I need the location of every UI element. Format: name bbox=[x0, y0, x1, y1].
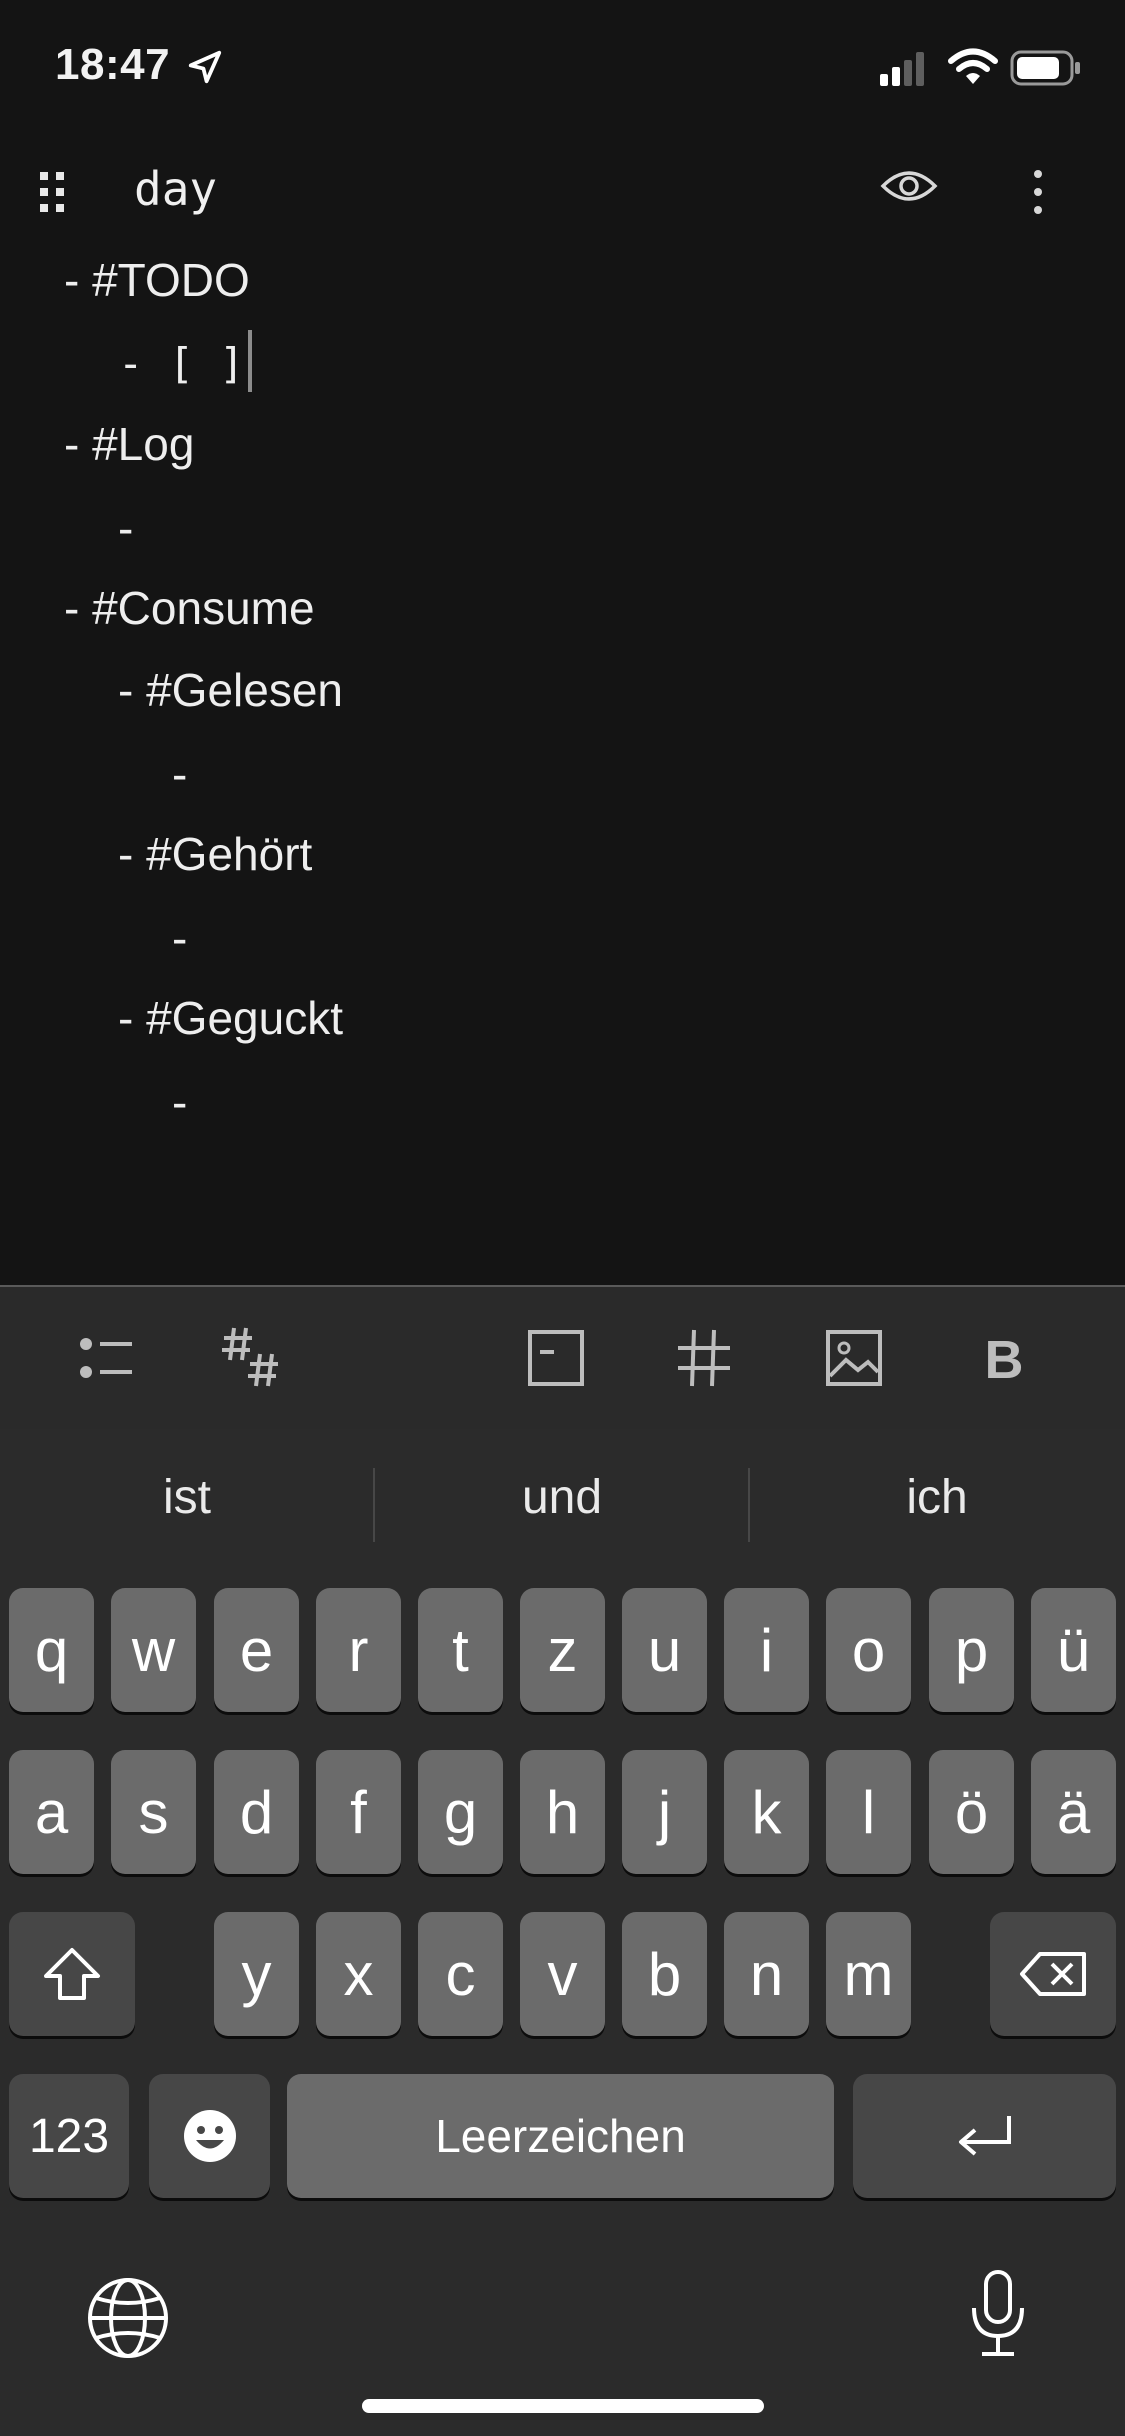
editor-line[interactable]: - #Consume bbox=[64, 580, 315, 636]
key[interactable]: n bbox=[724, 1912, 809, 2036]
return-key[interactable] bbox=[853, 2074, 1116, 2198]
key[interactable]: f bbox=[316, 1750, 401, 1874]
battery-icon bbox=[1010, 50, 1080, 86]
globe-icon[interactable] bbox=[86, 2276, 170, 2360]
shift-key[interactable] bbox=[9, 1912, 135, 2036]
microphone-icon[interactable] bbox=[966, 2268, 1030, 2360]
key[interactable]: z bbox=[520, 1588, 605, 1712]
key[interactable]: ü bbox=[1031, 1588, 1116, 1712]
key[interactable]: m bbox=[826, 1912, 911, 2036]
editor-line[interactable]: - bbox=[172, 910, 187, 966]
document-title[interactable]: day bbox=[134, 162, 217, 216]
editor-line[interactable]: - [ ] bbox=[118, 336, 244, 392]
suggestion-3[interactable]: ich bbox=[750, 1470, 1124, 1525]
key[interactable]: i bbox=[724, 1588, 809, 1712]
bullet-list-icon[interactable] bbox=[68, 1320, 144, 1396]
editor-line[interactable]: - #Log bbox=[64, 416, 194, 472]
more-options-icon[interactable] bbox=[1030, 168, 1046, 216]
emoji-icon bbox=[183, 2110, 236, 2162]
key[interactable]: a bbox=[9, 1750, 94, 1874]
key[interactable]: u bbox=[622, 1588, 707, 1712]
bold-button[interactable]: B bbox=[966, 1322, 1042, 1398]
key[interactable]: g bbox=[418, 1750, 503, 1874]
heading-block-icon[interactable] bbox=[518, 1320, 594, 1396]
hash-icon[interactable] bbox=[666, 1320, 742, 1396]
key[interactable]: r bbox=[316, 1588, 401, 1712]
key[interactable]: j bbox=[622, 1750, 707, 1874]
editor-line[interactable]: - bbox=[172, 746, 187, 802]
drag-handle-icon[interactable] bbox=[38, 170, 68, 214]
key[interactable]: b bbox=[622, 1912, 707, 2036]
key[interactable]: q bbox=[9, 1588, 94, 1712]
key[interactable]: o bbox=[826, 1588, 911, 1712]
cellular-signal-icon bbox=[880, 52, 924, 86]
editor-line[interactable]: - #Geguckt bbox=[118, 990, 343, 1046]
wifi-icon bbox=[948, 48, 998, 84]
numbers-key[interactable]: 123 bbox=[9, 2074, 129, 2198]
key[interactable]: p bbox=[929, 1588, 1014, 1712]
suggestion-2[interactable]: und bbox=[375, 1470, 749, 1525]
backspace-key[interactable] bbox=[990, 1912, 1116, 2036]
key[interactable]: h bbox=[520, 1750, 605, 1874]
key[interactable]: l bbox=[826, 1750, 911, 1874]
status-time: 18:47 bbox=[55, 40, 171, 89]
key[interactable]: ö bbox=[929, 1750, 1014, 1874]
space-key[interactable]: Leerzeichen bbox=[287, 2074, 834, 2198]
suggestion-1[interactable]: ist bbox=[0, 1470, 374, 1525]
key[interactable]: w bbox=[111, 1588, 196, 1712]
editor-line[interactable]: - #Gehört bbox=[118, 826, 312, 882]
editor-line[interactable]: - #Gelesen bbox=[118, 662, 343, 718]
key[interactable]: c bbox=[418, 1912, 503, 2036]
return-arrow-icon bbox=[958, 2116, 1011, 2156]
key[interactable]: ä bbox=[1031, 1750, 1116, 1874]
preview-eye-icon[interactable] bbox=[880, 164, 938, 208]
text-cursor bbox=[248, 330, 252, 392]
key[interactable]: v bbox=[520, 1912, 605, 2036]
key[interactable]: k bbox=[724, 1750, 809, 1874]
shift-arrow-icon bbox=[44, 1948, 100, 2000]
hashtags-icon[interactable] bbox=[214, 1320, 290, 1396]
key[interactable]: t bbox=[418, 1588, 503, 1712]
key[interactable]: y bbox=[214, 1912, 299, 2036]
key[interactable]: e bbox=[214, 1588, 299, 1712]
emoji-key[interactable] bbox=[149, 2074, 270, 2198]
location-arrow-icon bbox=[188, 50, 222, 84]
backspace-icon bbox=[1020, 1952, 1086, 1996]
key[interactable]: x bbox=[316, 1912, 401, 2036]
editor-line[interactable]: - bbox=[172, 1074, 187, 1130]
home-indicator[interactable] bbox=[362, 2399, 764, 2413]
editor-line[interactable]: - bbox=[118, 500, 133, 556]
editor-line[interactable]: - #TODO bbox=[64, 252, 250, 308]
image-icon[interactable] bbox=[816, 1320, 892, 1396]
key[interactable]: s bbox=[111, 1750, 196, 1874]
key[interactable]: d bbox=[214, 1750, 299, 1874]
